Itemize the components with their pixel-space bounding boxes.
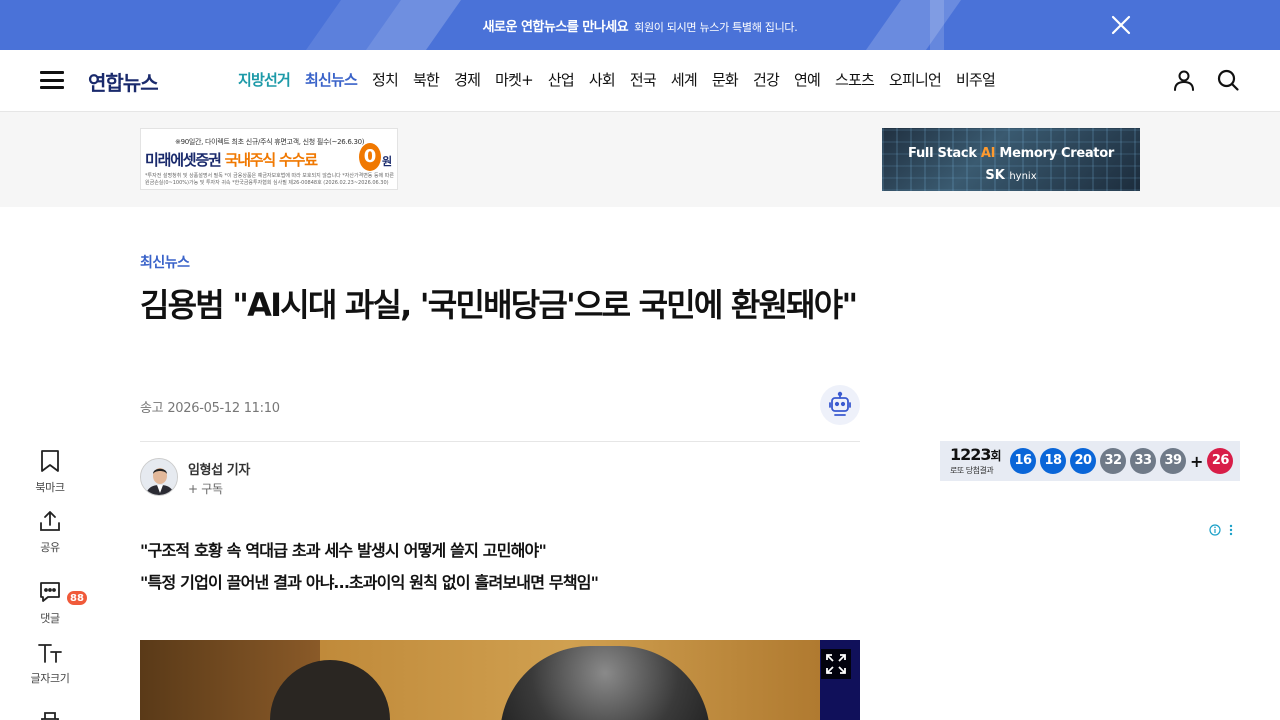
publish-date: 송고 2026-05-12 11:10 [140,401,280,416]
nav-item[interactable]: 비주얼 [956,69,996,90]
ad-zero-badge: 0 [359,143,381,171]
ad-headline: 미래에셋증권 국내주식 수수료 [145,151,318,169]
subscribe-button[interactable]: + 구독 [188,480,223,497]
plus-sign: + [1190,451,1204,471]
bookmark-label: 북마크 [35,481,65,494]
font-size-icon [38,644,62,663]
share-button[interactable]: 공유 [20,509,80,555]
lotto-ball: 33 [1130,448,1156,474]
menu-icon[interactable] [40,71,64,89]
ad-headline: Full Stack AI Memory Creator [908,146,1114,161]
ad-won: 원 [382,155,393,168]
share-label: 공유 [40,541,60,554]
lotto-ball: 39 [1160,448,1186,474]
comments-label: 댓글 [40,612,60,625]
comment-icon [40,582,60,602]
ai-summary-button[interactable] [820,385,860,425]
nav-item[interactable]: 북한 [413,69,440,90]
font-size-label: 글자크기 [30,672,70,685]
site-header: 연합뉴스 지방선거 최신뉴스 정치 북한 경제 마켓+ 산업 사회 전국 세계 문화 건강 연예 스포츠 오… [0,50,1280,112]
promo-title: 새로운 연합뉴스를 만나세요 [482,20,629,35]
article-headline: 김용범 "AI시대 과실, '국민배당금'으로 국민에 환원돼야" [140,286,858,324]
nav-item[interactable]: 정치 [372,69,399,90]
article-subhead: "구조적 호황 속 역대급 초과 세수 발생시 어떻게 쓸지 고민해야" [140,541,547,560]
promo-banner[interactable]: 새로운 연합뉴스를 만나세요 회원이 되시면 뉴스가 특별해 집니다. [0,0,1280,50]
article-category[interactable]: 최신뉴스 [140,252,190,272]
nav-item[interactable]: 연예 [794,69,821,90]
lotto-numbers: 16 18 20 32 33 39 + 26 [1010,448,1237,474]
nav-item[interactable]: 산업 [548,69,575,90]
nav-item[interactable]: 사회 [589,69,616,90]
ad-band: ※90일간, 다이렉트 최초 신규/주식 휴면고객, 신청 필수(~26.6.3… [0,112,1280,207]
promo-subtitle: 회원이 되시면 뉴스가 특별해 집니다. [634,21,798,34]
comments-button[interactable]: 88 댓글 [20,580,88,626]
lotto-label: 로또 당첨결과 [950,466,994,475]
nav-item[interactable]: 오피니언 [889,69,942,90]
robot-icon [829,391,851,416]
nav-item[interactable]: 경제 [454,69,481,90]
promo-message[interactable]: 새로운 연합뉴스를 만나세요 회원이 되시면 뉴스가 특별해 집니다. [0,16,1280,35]
ad-banner-skhynix[interactable]: Full Stack AI Memory Creator SK hynix [882,128,1140,191]
lotto-ball: 20 [1070,448,1096,474]
search-icon[interactable] [1216,68,1240,92]
lotto-ball: 18 [1040,448,1066,474]
font-size-button[interactable]: 글자크기 [20,642,80,686]
ad-banner-mirae[interactable]: ※90일간, 다이렉트 최초 신규/주식 휴면고객, 신청 필수(~26.6.3… [140,128,398,190]
article-subhead: "특정 기업이 끌어낸 결과 아냐…초과이익 원칙 없이 흘려보내면 무책임" [140,573,599,592]
ad-disclaimer: *투자전 설명청취 및 상품설명서 필독 *이 금융상품은 예금자보호법에 따라… [145,173,394,186]
lotto-ball: 32 [1100,448,1126,474]
article-photo[interactable] [140,640,860,720]
reporter-avatar[interactable] [140,458,178,496]
share-icon [40,511,60,531]
main-nav: 지방선거 최신뉴스 정치 북한 경제 마켓+ 산업 사회 전국 세계 문화 건강 연예 스포츠 오피니언 비주… [238,69,1010,90]
expand-icon[interactable] [821,649,851,679]
reporter-name[interactable]: 임형섭 기자 [188,459,250,478]
bookmark-icon [41,450,59,472]
nav-item[interactable]: 전국 [630,69,657,90]
nav-item[interactable]: 세계 [671,69,698,90]
lotto-results-widget[interactable]: 1223회 로또 당첨결과 16 18 20 32 33 39 + 26 [940,441,1240,481]
lotto-ball: 16 [1010,448,1036,474]
nav-item[interactable]: 문화 [712,69,739,90]
print-icon [41,712,59,720]
lotto-round: 1223회 [950,445,1002,464]
user-icon[interactable] [1172,68,1196,92]
divider [140,441,860,442]
nav-item[interactable]: 건강 [753,69,780,90]
nav-item[interactable]: 마켓+ [495,69,534,90]
nav-item[interactable]: 최신뉴스 [305,69,358,90]
site-logo[interactable]: 연합뉴스 [88,67,159,96]
comment-count-badge: 88 [66,590,88,606]
close-icon[interactable] [1111,15,1131,35]
ad-brand: SK hynix [985,168,1037,183]
nav-item[interactable]: 지방선거 [238,69,291,90]
ad-fine-text: ※90일간, 다이렉트 최초 신규/주식 휴면고객, 신청 필수(~26.6.3… [175,138,365,146]
bookmark-button[interactable]: 북마크 [20,449,80,495]
ad-info-icon[interactable] [1209,523,1237,537]
print-button[interactable] [20,710,80,720]
nav-item[interactable]: 스포츠 [835,69,875,90]
lotto-bonus-ball: 26 [1207,448,1234,474]
